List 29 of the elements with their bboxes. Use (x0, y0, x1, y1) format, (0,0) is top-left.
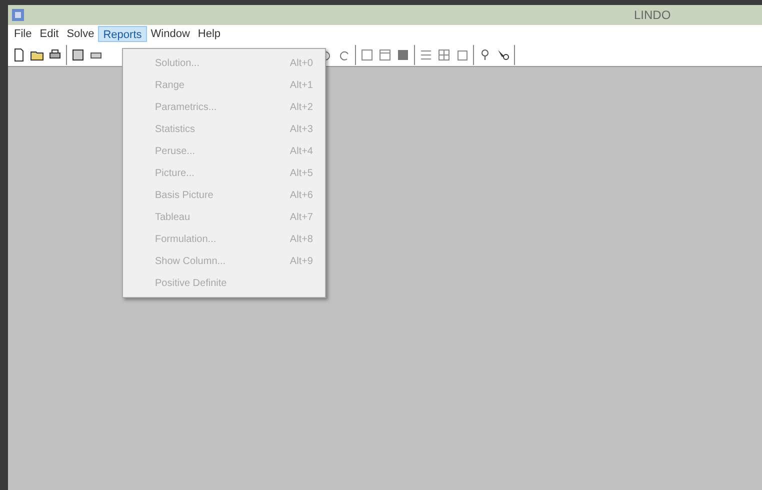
menu-item[interactable]: File (10, 26, 36, 42)
option-label: Range (155, 78, 184, 92)
shortcut-label: Alt+0 (290, 56, 313, 70)
option-label: Peruse... (155, 144, 196, 158)
shortcut-label: Alt+3 (290, 122, 313, 136)
option-label: Show Column... (155, 254, 226, 268)
window-title: LINDO (634, 7, 671, 24)
option-label: Picture... (155, 166, 194, 180)
option-label: Basis Picture (155, 188, 214, 202)
shortcut-label: Alt+6 (290, 188, 313, 202)
shortcut-label: Alt+5 (290, 166, 313, 180)
menu-item[interactable]: Solve (62, 26, 98, 42)
shortcut-label: Alt+4 (290, 144, 313, 158)
shortcut-label: Alt+1 (290, 78, 313, 92)
option-label: Statistics (155, 122, 196, 136)
menu-item[interactable]: Edit (36, 26, 63, 42)
shortcut-label: Alt+8 (290, 232, 313, 246)
shortcut-label: Alt+9 (290, 254, 313, 268)
shortcut-label: Alt+7 (290, 210, 313, 224)
app-icon (12, 9, 24, 21)
option-label: Tableau (155, 210, 190, 224)
menu-item[interactable]: Reports (98, 26, 147, 42)
option-label: Formulation... (155, 232, 216, 246)
option-label: Positive Definite (155, 276, 227, 290)
menu-item[interactable]: Help (194, 26, 225, 42)
option-label: Parametrics... (155, 100, 217, 114)
shortcut-label: Alt+2 (290, 100, 313, 114)
menu-item[interactable]: Window (146, 26, 194, 42)
option-label: Solution... (155, 56, 200, 70)
